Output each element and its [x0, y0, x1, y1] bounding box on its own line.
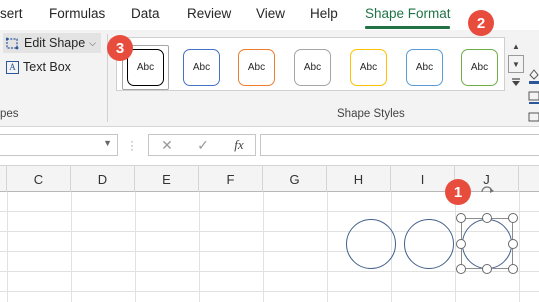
style-swatch-light-blue[interactable]: Abc — [406, 49, 443, 86]
shape-styles-gallery: Abc Abc Abc Abc Abc Abc Abc — [116, 37, 505, 91]
name-box[interactable]: ▼ — [0, 134, 118, 156]
resize-handle-nw[interactable] — [456, 213, 466, 223]
column-header-partial[interactable] — [0, 166, 7, 192]
col-line — [7, 192, 8, 302]
ribbon: Edit Shape ⌵ A Text Box pes Abc Abc Abc … — [0, 30, 539, 127]
resize-handle-w[interactable] — [456, 239, 466, 249]
col-line — [199, 192, 200, 302]
style-swatch-gold[interactable]: Abc — [350, 49, 387, 86]
circle-shape-1[interactable] — [346, 219, 396, 269]
edit-shape-button[interactable]: Edit Shape ⌵ — [3, 33, 101, 53]
col-line — [135, 192, 136, 302]
col-line — [327, 192, 328, 302]
text-box-icon: A — [6, 60, 19, 74]
style-swatch-black[interactable]: Abc — [127, 49, 164, 86]
formula-bar-resize-handle[interactable]: · · · — [130, 135, 134, 155]
column-header-d[interactable]: D — [71, 166, 135, 192]
col-line — [519, 192, 520, 302]
cancel-icon[interactable]: ✕ — [157, 137, 177, 153]
resize-handle-e[interactable] — [508, 239, 518, 249]
selection-box — [461, 218, 513, 269]
enter-icon[interactable]: ✓ — [193, 137, 213, 153]
gallery-scroll: ▲ ▼ — [508, 37, 524, 91]
tab-help[interactable]: Help — [310, 6, 338, 21]
text-box-button[interactable]: A Text Box — [6, 57, 71, 77]
insert-shapes-group-label: pes — [0, 108, 19, 120]
annotation-badge-1: 1 — [445, 179, 471, 205]
edit-shape-icon — [5, 36, 20, 50]
column-header-e[interactable]: E — [135, 166, 199, 192]
col-line — [455, 192, 456, 302]
gallery-more-icon[interactable] — [508, 73, 524, 91]
row-line — [0, 211, 539, 212]
gallery-scroll-up-icon[interactable]: ▲ — [508, 37, 524, 55]
annotation-badge-2: 2 — [468, 10, 494, 36]
chevron-down-icon: ⌵ — [89, 37, 96, 48]
tab-formulas[interactable]: Formulas — [49, 6, 105, 21]
rotate-handle-icon[interactable] — [479, 181, 495, 193]
formula-input[interactable] — [260, 134, 539, 156]
formula-bar: ▼ · · · ✕ ✓ fx — [0, 127, 539, 165]
edit-shape-label: Edit Shape — [24, 36, 86, 50]
resize-handle-s[interactable] — [482, 264, 492, 274]
column-header-c[interactable]: C — [7, 166, 71, 192]
tab-shape-format[interactable]: Shape Format — [365, 6, 451, 21]
col-line — [71, 192, 72, 302]
style-swatch-orange[interactable]: Abc — [238, 49, 275, 86]
column-header-g[interactable]: G — [263, 166, 327, 192]
ribbon-tabs: sert Formulas Data Review View Help Shap… — [0, 0, 539, 30]
resize-handle-n[interactable] — [482, 213, 492, 223]
resize-handle-ne[interactable] — [508, 213, 518, 223]
column-header-f[interactable]: F — [199, 166, 263, 192]
col-line — [263, 192, 264, 302]
circle-shape-2[interactable] — [404, 219, 454, 269]
tab-review[interactable]: Review — [187, 6, 231, 21]
tab-insert[interactable]: sert — [0, 6, 23, 21]
gallery-scroll-down-icon[interactable]: ▼ — [508, 55, 524, 73]
resize-handle-sw[interactable] — [456, 264, 466, 274]
row-line — [0, 291, 539, 292]
insert-function-icon[interactable]: fx — [229, 137, 249, 153]
tab-view[interactable]: View — [256, 6, 285, 21]
shape-fill-icons[interactable] — [528, 67, 539, 125]
style-swatch-gray[interactable]: Abc — [294, 49, 331, 86]
tab-data[interactable]: Data — [131, 6, 160, 21]
active-tab-indicator — [365, 26, 450, 29]
name-box-dropdown-icon[interactable]: ▼ — [103, 138, 112, 148]
style-swatch-blue[interactable]: Abc — [183, 49, 220, 86]
formula-buttons: ✕ ✓ fx — [148, 134, 256, 156]
text-box-label: Text Box — [23, 60, 71, 74]
style-swatch-green[interactable]: Abc — [461, 49, 498, 86]
resize-handle-se[interactable] — [508, 264, 518, 274]
shape-styles-group-label: Shape Styles — [337, 108, 405, 120]
row-line — [0, 231, 539, 232]
row-line — [0, 251, 539, 252]
annotation-badge-3: 3 — [107, 35, 133, 61]
column-header-h[interactable]: H — [327, 166, 391, 192]
